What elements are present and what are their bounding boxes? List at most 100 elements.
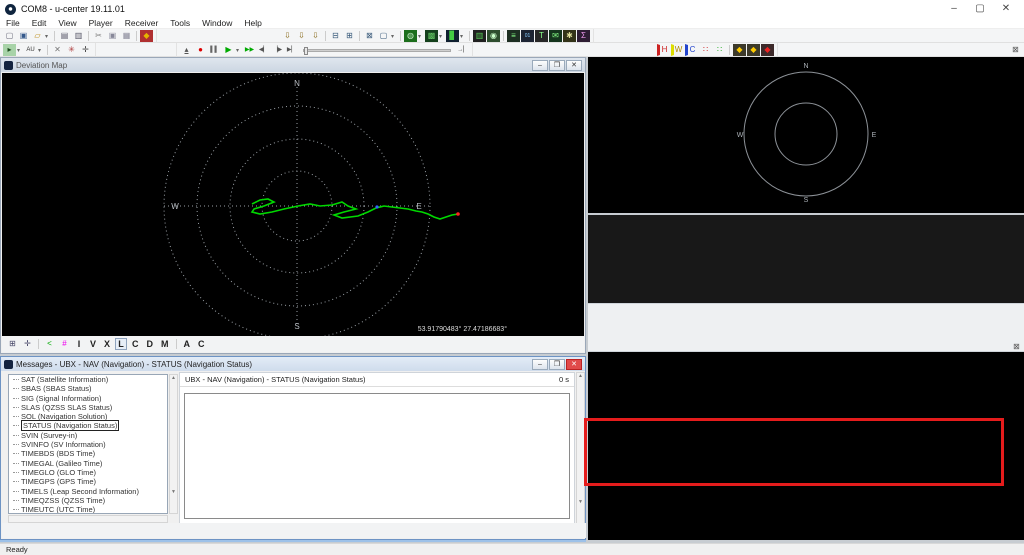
tree-item[interactable]: TIMEUTC (UTC Time) (9, 505, 167, 513)
fast-forward-icon[interactable]: ▶▶ (243, 44, 256, 56)
baudrate-icon[interactable]: AU (24, 44, 37, 56)
close-icon[interactable]: ✕ (566, 358, 582, 370)
tree-item[interactable]: TIMEQZSS (QZSS Time) (9, 496, 167, 505)
antenna-icon[interactable]: ✛ (79, 44, 92, 56)
close-icon[interactable]: ✕ (566, 59, 582, 71)
minimize-icon[interactable]: – (532, 59, 548, 71)
pause-icon[interactable]: ▌▌ (208, 44, 221, 56)
baudrate-dropdown-icon[interactable]: ▾ (38, 47, 44, 54)
eject-icon[interactable]: ▴ (180, 44, 193, 56)
dev-zoom-icon[interactable]: ⊞ (6, 338, 19, 350)
minimize-icon[interactable]: – (941, 1, 967, 18)
print-preview-icon[interactable]: ▥ (72, 30, 85, 42)
chart-view-dropdown-icon[interactable]: ▾ (460, 33, 466, 40)
player-slider[interactable] (303, 46, 451, 55)
tree-item[interactable]: SVIN (Survey-in) (9, 431, 167, 440)
tree-item[interactable]: TIMEGAL (Galileo Time) (9, 459, 167, 468)
window-list-icon[interactable]: ▢ (377, 30, 390, 42)
restore-icon[interactable]: ❒ (549, 358, 565, 370)
tree-item[interactable]: TIMEGPS (GPS Time) (9, 477, 167, 486)
window-list-dropdown-icon[interactable]: ▾ (391, 33, 397, 40)
minimize-icon[interactable]: – (532, 358, 548, 370)
tree-item[interactable]: SVINFO (SV Information) (9, 440, 167, 449)
devmap-mode-c-button[interactable]: C (195, 338, 208, 350)
connect-port-dropdown-icon[interactable]: ▾ (17, 47, 23, 54)
map-view-dropdown-icon[interactable]: ▾ (439, 33, 445, 40)
messages-view-icon[interactable]: ✉ (549, 30, 562, 42)
sky-view-btn-dropdown-icon[interactable]: ▾ (418, 33, 424, 40)
dev-less-icon[interactable]: < (43, 338, 56, 350)
devmap-mode-v-button[interactable]: V (87, 338, 99, 350)
cut-icon[interactable]: ✂ (92, 30, 105, 42)
devmap-mode-d-button[interactable]: D (144, 338, 157, 350)
packet-console-icon[interactable]: ≡ (507, 30, 520, 42)
import-file-icon[interactable]: ⇩ (309, 30, 322, 42)
open-file-dropdown-icon[interactable]: ▾ (45, 33, 51, 40)
tree-item[interactable]: TIMEBDS (BDS Time) (9, 449, 167, 458)
message-tree[interactable]: SAT (Satellite Information) SBAS (SBAS St… (8, 374, 168, 514)
paste-icon[interactable]: ▦ (120, 30, 133, 42)
dev-grid-icon[interactable]: # (58, 338, 71, 350)
camera-view-icon[interactable]: ◉ (487, 30, 500, 42)
fix-dots-icon[interactable]: ∷ (699, 44, 712, 56)
import-alp-icon[interactable]: ⇩ (295, 30, 308, 42)
menu-view[interactable]: View (52, 18, 82, 28)
menu-tools[interactable]: Tools (164, 18, 196, 28)
tree-item[interactable]: SIG (Signal Information) (9, 394, 167, 403)
map-view-icon[interactable]: ▩ (425, 30, 438, 42)
text-console-icon[interactable]: T (535, 30, 548, 42)
jump-end-icon[interactable]: →▏ (456, 44, 469, 56)
deviation-map-canvas[interactable]: N S W E 53.91790483° 27.47186683° (2, 73, 584, 336)
menu-edit[interactable]: Edit (26, 18, 53, 28)
menu-help[interactable]: Help (238, 18, 267, 28)
autobaud-icon[interactable]: ✕ (51, 44, 64, 56)
fix-sats-icon[interactable]: ∷ (713, 44, 726, 56)
config-view-icon[interactable]: ✱ (563, 30, 576, 42)
data-panel-scroll-area[interactable] (588, 303, 1024, 341)
tile-horizontal-icon[interactable]: ⊟ (329, 30, 342, 42)
print-icon[interactable]: ▤ (58, 30, 71, 42)
step-forward-icon[interactable]: ▕▶ (271, 44, 284, 56)
tile-vertical-icon[interactable]: ⊞ (343, 30, 356, 42)
sky-view-panel[interactable]: N S W E (588, 57, 1024, 213)
dev-center-icon[interactable]: ✛ (21, 338, 34, 350)
devmap-mode-x-button[interactable]: X (101, 338, 113, 350)
pkg-ano-icon[interactable]: ◆ (761, 44, 774, 56)
sky-view-btn-icon[interactable]: ◍ (404, 30, 417, 42)
close-window-icon[interactable]: ⊠ (363, 30, 376, 42)
panel-close-icon[interactable]: ⊠ (1009, 44, 1022, 56)
menu-receiver[interactable]: Receiver (119, 18, 165, 28)
devmap-mode-a-button[interactable]: A (181, 338, 194, 350)
ucenter-logo-icon[interactable]: ◆ (140, 30, 153, 42)
chart-view-icon[interactable]: ▊ (446, 30, 459, 42)
temp-hot-icon[interactable]: H (657, 44, 670, 56)
skip-end-icon[interactable]: ▶▏ (285, 44, 298, 56)
binary-console-icon[interactable]: 01 (521, 30, 534, 42)
temp-warm-icon[interactable]: W (671, 44, 684, 56)
menu-file[interactable]: File (0, 18, 26, 28)
tree-item[interactable]: TIMEGLO (GLO Time) (9, 468, 167, 477)
devmap-mode-i-button[interactable]: I (73, 338, 85, 350)
play-dropdown-icon[interactable]: ▾ (236, 47, 242, 54)
import-epo-icon[interactable]: ⇩ (281, 30, 294, 42)
hotkey-icon[interactable]: ✳ (65, 44, 78, 56)
devmap-mode-m-button[interactable]: M (158, 338, 172, 350)
pkg-epo-icon[interactable]: ◆ (733, 44, 746, 56)
tree-horizontal-scrollbar[interactable] (8, 515, 168, 523)
statistic-view-icon[interactable]: Σ (577, 30, 590, 42)
menu-player[interactable]: Player (83, 18, 119, 28)
tree-item[interactable]: TIMELS (Leap Second Information) (9, 487, 167, 496)
save-file-icon[interactable]: ▣ (17, 30, 30, 42)
close-icon[interactable]: ✕ (993, 1, 1019, 18)
restore-icon[interactable]: ❒ (549, 59, 565, 71)
devmap-mode-l-button[interactable]: L (115, 338, 128, 350)
open-file-icon[interactable]: ▱ (31, 30, 44, 42)
copy-icon[interactable]: ▣ (106, 30, 119, 42)
pkg-alp-icon[interactable]: ◆ (747, 44, 760, 56)
slider-thumb[interactable] (304, 46, 308, 55)
menu-window[interactable]: Window (196, 18, 238, 28)
step-back-icon[interactable]: ◀▏ (257, 44, 270, 56)
histogram-view-icon[interactable]: ▥ (473, 30, 486, 42)
tree-item[interactable]: STATUS (Navigation Status) (9, 420, 167, 432)
record-icon[interactable]: ● (194, 44, 207, 56)
